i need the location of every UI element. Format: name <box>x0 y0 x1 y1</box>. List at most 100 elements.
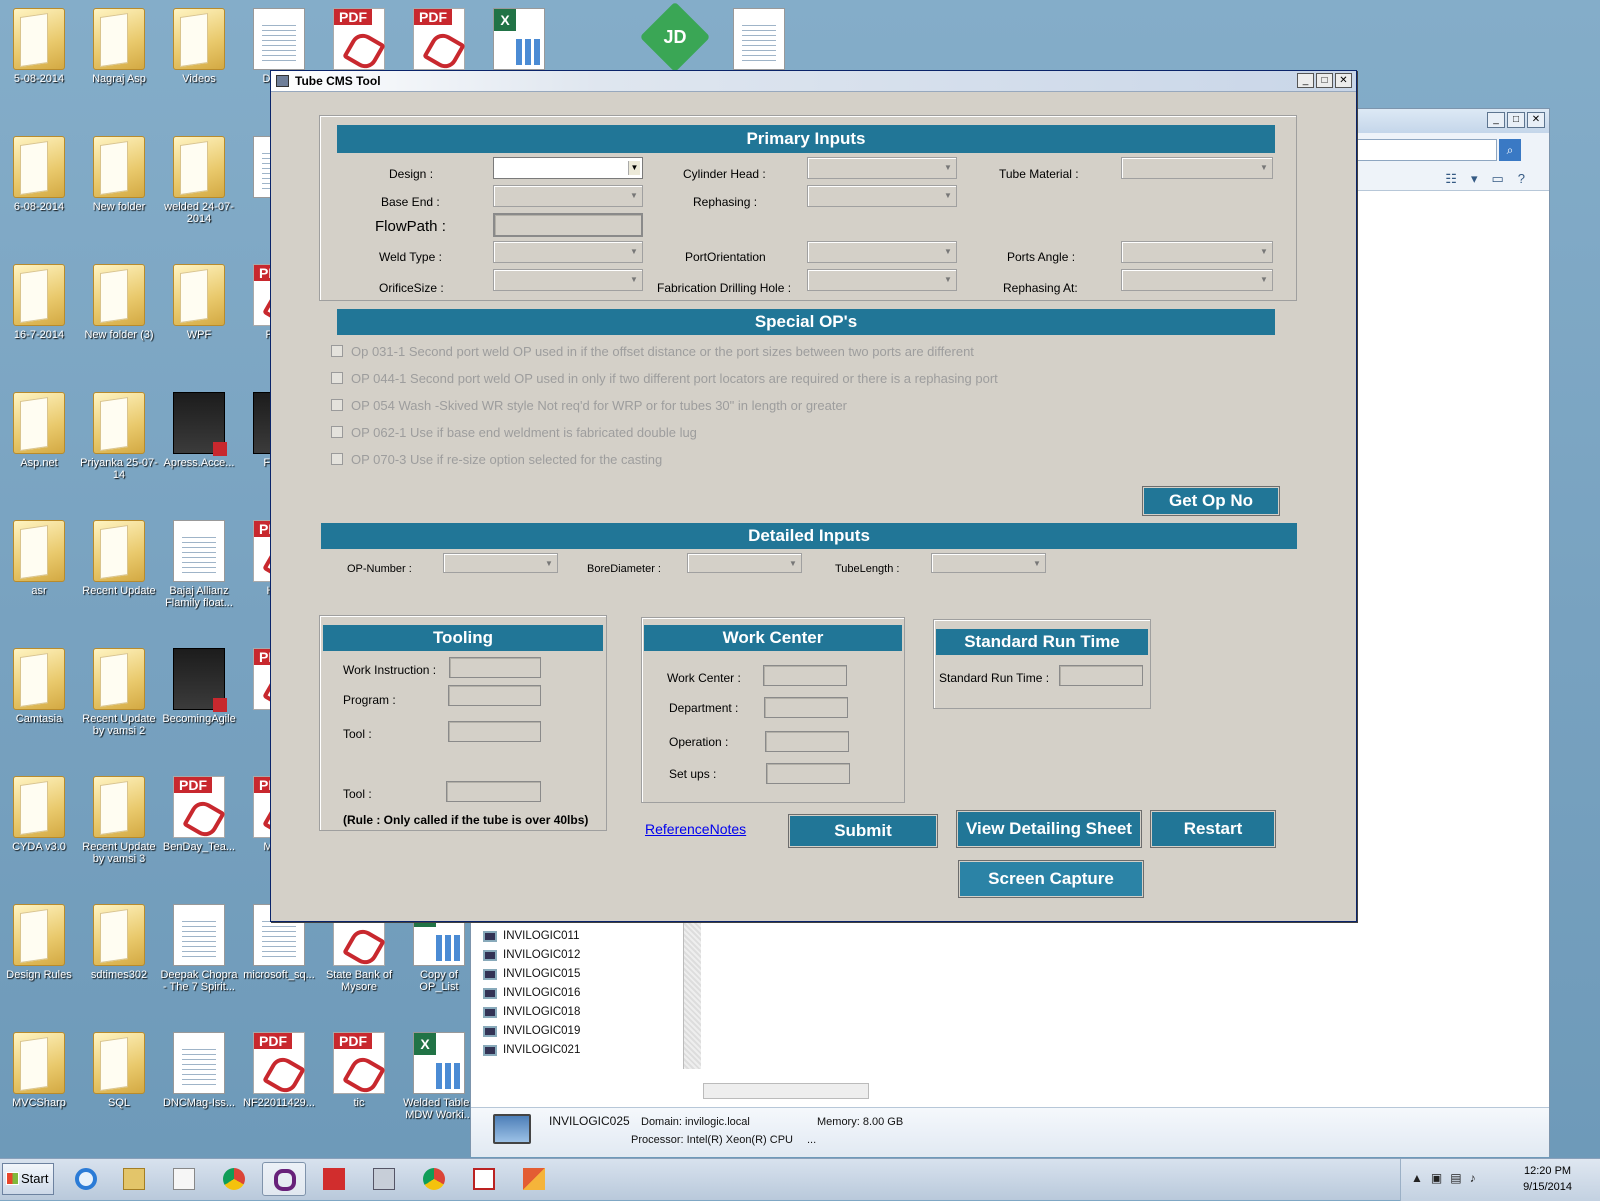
chrome-taskbar-button-2[interactable] <box>412 1162 456 1196</box>
desktop-icon[interactable]: DNCMag-Iss... <box>160 1032 238 1109</box>
desktop-icon[interactable]: 16-7-2014 <box>0 264 78 341</box>
special-op-checkbox[interactable]: OP 070-3 Use if re-size option selected … <box>331 452 662 467</box>
tube-length-dropdown[interactable]: ▼ <box>931 553 1046 573</box>
special-op-checkbox[interactable]: OP 062-1 Use if base end weldment is fab… <box>331 425 697 440</box>
tube-material-dropdown[interactable]: ▼ <box>1121 157 1273 179</box>
solidworks-taskbar-button[interactable] <box>312 1162 356 1196</box>
desktop-icon[interactable] <box>720 8 798 73</box>
minimize-icon[interactable]: _ <box>1487 112 1505 128</box>
preview-pane-icon[interactable]: ▭ <box>1491 171 1503 187</box>
desktop-icon[interactable]: New folder (3) <box>80 264 158 341</box>
ports-angle-dropdown[interactable]: ▼ <box>1121 241 1273 263</box>
desktop-icon[interactable]: NF22011429... <box>240 1032 318 1109</box>
desktop-icon[interactable]: Recent Update by vamsi 2 <box>80 648 158 737</box>
tree-item[interactable]: INVILOGIC011 <box>471 927 700 946</box>
explorer-taskbar-button[interactable] <box>112 1162 156 1196</box>
horizontal-scrollbar[interactable] <box>703 1083 869 1099</box>
tree-item[interactable]: INVILOGIC021 <box>471 1041 700 1060</box>
desktop-icon[interactable]: Nagraj Asp <box>80 8 158 85</box>
desktop-icon[interactable]: welded 24-07-2014 <box>160 136 238 225</box>
tree-item[interactable]: INVILOGIC019 <box>471 1022 700 1041</box>
snipping-tool-taskbar-button[interactable] <box>462 1162 506 1196</box>
desktop-icon[interactable]: tic <box>320 1032 398 1109</box>
ie-taskbar-button[interactable] <box>64 1162 108 1196</box>
get-op-no-button[interactable]: Get Op No <box>1143 487 1279 515</box>
search-icon[interactable]: ⌕ <box>1499 139 1521 161</box>
close-icon[interactable]: ✕ <box>1335 73 1352 88</box>
chevron-down-icon[interactable]: ▾ <box>1471 171 1478 187</box>
tree-item[interactable]: INVILOGIC018 <box>471 1003 700 1022</box>
desktop-icon[interactable]: 6-08-2014 <box>0 136 78 213</box>
desktop-icon[interactable]: Bajaj Allianz Flamily float... <box>160 520 238 609</box>
special-op-checkbox[interactable]: Op 031-1 Second port weld OP used in if … <box>331 344 974 359</box>
desktop-icon[interactable]: SQL <box>80 1032 158 1109</box>
rephasing-at-dropdown[interactable]: ▼ <box>1121 269 1273 291</box>
view-detailing-sheet-button[interactable]: View Detailing Sheet <box>957 811 1141 847</box>
network-icon[interactable]: ▣ <box>1431 1171 1442 1185</box>
cylinder-head-dropdown[interactable]: ▼ <box>807 157 957 179</box>
desktop-icon[interactable] <box>480 8 558 73</box>
design-dropdown[interactable]: ▼ <box>493 157 643 179</box>
desktop-icon[interactable] <box>320 8 398 73</box>
restart-button[interactable]: Restart <box>1151 811 1275 847</box>
desktop-icon[interactable]: Asp.net <box>0 392 78 469</box>
reference-notes-link[interactable]: ReferenceNotes <box>645 821 746 837</box>
fabrication-drilling-hole-dropdown[interactable]: ▼ <box>807 269 957 291</box>
flowpath-input[interactable] <box>493 213 643 237</box>
special-op-checkbox[interactable]: OP 054 Wash -Skived WR style Not req'd f… <box>331 398 847 413</box>
close-icon[interactable]: ✕ <box>1527 112 1545 128</box>
start-button[interactable]: Start <box>2 1163 54 1195</box>
program-input[interactable] <box>448 685 541 706</box>
clock[interactable]: 12:20 PM 9/15/2014 <box>1523 1163 1572 1195</box>
desktop-icon[interactable] <box>400 8 478 73</box>
show-hidden-icons-icon[interactable]: ▲ <box>1411 1171 1423 1185</box>
orifice-size-dropdown[interactable]: ▼ <box>493 269 643 291</box>
desktop-icon[interactable]: Priyanka 25-07-14 <box>80 392 158 481</box>
bore-diameter-dropdown[interactable]: ▼ <box>687 553 802 573</box>
work-instruction-input[interactable] <box>449 657 541 678</box>
desktop-icon[interactable]: Recent Update by vamsi 3 <box>80 776 158 865</box>
maximize-icon[interactable]: □ <box>1507 112 1525 128</box>
submit-button[interactable]: Submit <box>789 815 937 847</box>
desktop-icon[interactable]: New folder <box>80 136 158 213</box>
tree-item[interactable]: INVILOGIC012 <box>471 946 700 965</box>
desktop-icon[interactable]: WPF <box>160 264 238 341</box>
standard-run-time-input[interactable] <box>1059 665 1143 686</box>
chrome-taskbar-button[interactable] <box>212 1162 256 1196</box>
operation-input[interactable] <box>765 731 849 752</box>
base-end-dropdown[interactable]: ▼ <box>493 185 643 207</box>
department-input[interactable] <box>764 697 848 718</box>
monitor-icon[interactable]: ▤ <box>1450 1171 1461 1185</box>
desktop-icon[interactable]: MVCSharp <box>0 1032 78 1109</box>
maximize-icon[interactable]: □ <box>1316 73 1333 88</box>
desktop-icon[interactable]: Camtasia <box>0 648 78 725</box>
desktop-icon[interactable]: Welded Tables MDW Worki... <box>400 1032 478 1121</box>
work-center-input[interactable] <box>763 665 847 686</box>
setups-input[interactable] <box>766 763 850 784</box>
tree-item[interactable]: INVILOGIC015 <box>471 965 700 984</box>
desktop-icon[interactable]: sdtimes302 <box>80 904 158 981</box>
weld-type-dropdown[interactable]: ▼ <box>493 241 643 263</box>
app-taskbar-button[interactable] <box>512 1162 556 1196</box>
port-orientation-dropdown[interactable]: ▼ <box>807 241 957 263</box>
view-options-icon[interactable]: ☷ <box>1445 171 1457 187</box>
desktop-icon[interactable]: 5-08-2014 <box>0 8 78 85</box>
desktop-icon[interactable]: BenDay_Tea... <box>160 776 238 853</box>
desktop-icon[interactable]: Videos <box>160 8 238 85</box>
desktop-icon[interactable]: Design Rules <box>0 904 78 981</box>
network-tool-taskbar-button[interactable] <box>362 1162 406 1196</box>
desktop-icon[interactable]: Apress.Acce... <box>160 392 238 469</box>
visual-studio-taskbar-button[interactable] <box>262 1162 306 1196</box>
desktop-icon[interactable]: asr <box>0 520 78 597</box>
minimize-icon[interactable]: _ <box>1297 73 1314 88</box>
desktop-icon[interactable]: CYDA v3.0 <box>0 776 78 853</box>
screen-capture-button[interactable]: Screen Capture <box>959 861 1143 897</box>
desktop-icon[interactable]: Deepak Chopra - The 7 Spirit... <box>160 904 238 993</box>
tool-input-1[interactable] <box>448 721 541 742</box>
help-icon[interactable]: ? <box>1518 171 1525 187</box>
desktop-icon[interactable]: Recent Update <box>80 520 158 597</box>
special-op-checkbox[interactable]: OP 044-1 Second port weld OP used in onl… <box>331 371 998 386</box>
tool-input-2[interactable] <box>446 781 541 802</box>
media-player-taskbar-button[interactable] <box>162 1162 206 1196</box>
volume-icon[interactable]: ♪ <box>1470 1171 1476 1185</box>
